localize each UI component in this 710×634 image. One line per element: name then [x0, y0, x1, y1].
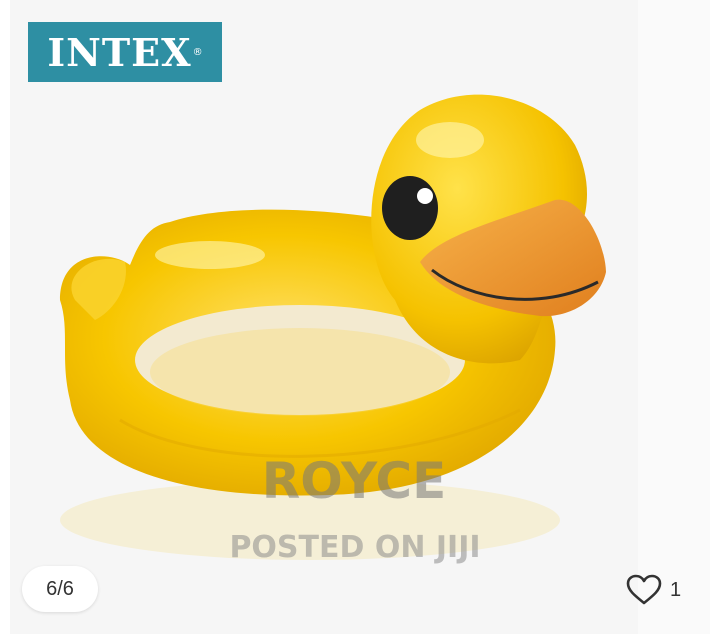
heart-outline-icon[interactable] — [626, 574, 662, 606]
brand-logo-text: INTEX — [47, 29, 192, 75]
image-counter-text: 6/6 — [46, 577, 74, 600]
registered-mark: ® — [192, 46, 203, 58]
like-count: 1 — [670, 578, 682, 601]
like-button[interactable]: 1 — [626, 570, 696, 610]
watermark-seller-name: ROYCE — [261, 452, 447, 510]
watermark-posted-on: POSTED ON JIJI — [229, 530, 481, 565]
gallery-viewer: INTEX ® ROYCE POSTED ON JIJI 6/6 1 — [0, 0, 710, 634]
brand-logo: INTEX ® — [28, 22, 222, 82]
image-counter: 6/6 — [22, 566, 98, 612]
